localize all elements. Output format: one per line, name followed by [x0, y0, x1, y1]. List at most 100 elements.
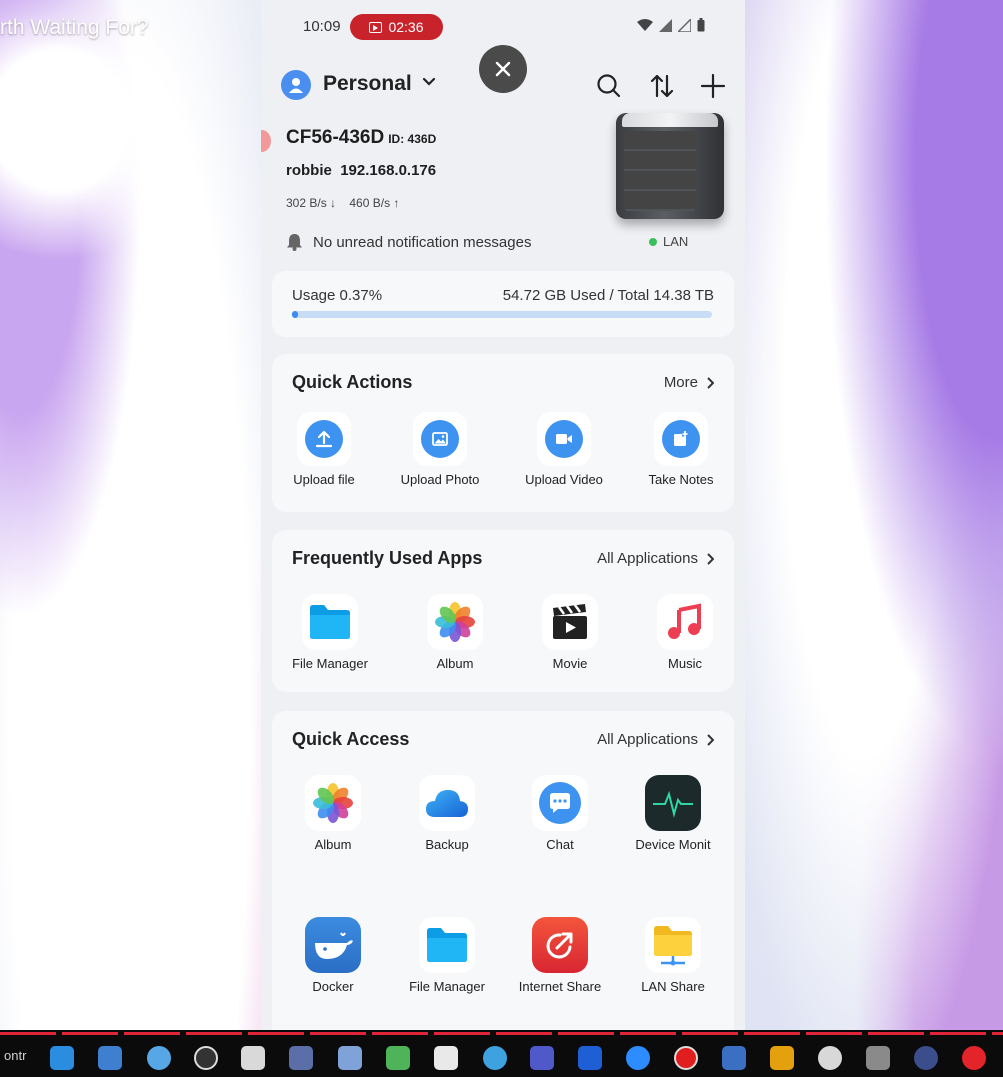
tile-label: LAN Share: [641, 979, 705, 994]
recording-indicator[interactable]: 02:36: [350, 14, 443, 40]
usage-card[interactable]: Usage 0.37% 54.72 GB Used / Total 14.38 …: [272, 271, 734, 337]
app-icon-bg: [532, 775, 588, 831]
taskbar-app-icon[interactable]: [338, 1046, 362, 1070]
tile-label: File Manager: [292, 656, 368, 671]
taskbar-app-icon[interactable]: [289, 1046, 313, 1070]
search-icon[interactable]: [595, 72, 623, 100]
device-name: CF56-436D ID: 436D: [286, 127, 437, 148]
app-icon-bg: [645, 917, 701, 973]
app-music[interactable]: Music: [630, 594, 740, 671]
tile-label: Music: [668, 656, 702, 671]
upload-speed: 460 B/s ↑: [349, 196, 400, 210]
tile-label: Internet Share: [518, 979, 602, 994]
music-note-icon: [668, 603, 701, 639]
nas-device-image: [616, 113, 724, 219]
quick-access-file-manager[interactable]: File Manager: [392, 917, 502, 994]
app-movie[interactable]: Movie: [515, 594, 625, 671]
folder-icon: [427, 928, 467, 962]
background-right: [745, 0, 1003, 1030]
app-file-manager[interactable]: File Manager: [275, 594, 385, 671]
tile-label: Docker: [312, 979, 354, 994]
device-ip: 192.168.0.176: [340, 162, 437, 179]
taskbar-app-icon[interactable]: [818, 1046, 842, 1070]
quick-action-take-notes[interactable]: Take Notes: [626, 412, 736, 487]
quick-action-upload-file[interactable]: Upload file: [269, 412, 379, 487]
status-bar: 10:09 02:36: [261, 0, 745, 50]
app-icon-bg: [542, 594, 598, 650]
quick-access-card: Quick Access All Applications Album Back…: [272, 711, 734, 1030]
tile-label: Take Notes: [648, 472, 714, 487]
avatar[interactable]: [281, 70, 311, 100]
screen-record-icon: [369, 21, 383, 33]
app-icon-bg: [302, 594, 358, 650]
quick-actions-title: Quick Actions: [292, 372, 413, 392]
phone-screen: 10:09 02:36 Personal CF56-436D ID: 436D r…: [261, 0, 745, 1030]
app-icon-bg: [657, 594, 713, 650]
upload-icon: [315, 430, 333, 448]
taskbar-teams-icon[interactable]: [530, 1046, 554, 1070]
app-album[interactable]: Album: [400, 594, 510, 671]
quick-action-upload-photo[interactable]: Upload Photo: [385, 412, 495, 487]
album-flower-icon: [435, 602, 475, 642]
frequently-used-apps-card: Frequently Used Apps All Applications Fi…: [272, 530, 734, 692]
taskbar-app-icon[interactable]: [147, 1046, 171, 1070]
bell-icon: [287, 234, 302, 251]
taskbar-app-icon[interactable]: [386, 1046, 410, 1070]
quick-access-internet-share[interactable]: Internet Share: [505, 917, 615, 994]
tile-label: Album: [436, 656, 474, 671]
taskbar-app-icon[interactable]: [914, 1046, 938, 1070]
app-icon-bg: [427, 594, 483, 650]
tile-label: Upload Video: [525, 472, 603, 487]
taskbar-opera-icon[interactable]: [962, 1046, 986, 1070]
taskbar-obs-icon[interactable]: [194, 1046, 218, 1070]
connection-status: LAN: [649, 234, 688, 249]
notes-icon: [674, 431, 688, 446]
quick-access-all-applications-link[interactable]: All Applications: [597, 731, 714, 748]
taskbar-app-icon[interactable]: [866, 1046, 890, 1070]
battery-icon: [697, 18, 705, 32]
quick-action-icon-bg: [545, 420, 583, 458]
all-applications-link[interactable]: All Applications: [597, 550, 714, 567]
taskbar-app-icon[interactable]: [98, 1046, 122, 1070]
quick-action-upload-video[interactable]: Upload Video: [509, 412, 619, 487]
chevron-down-icon[interactable]: [421, 74, 437, 90]
quick-actions-more-link[interactable]: More: [664, 374, 714, 391]
recording-time: 02:36: [388, 19, 424, 35]
taskbar-record-icon[interactable]: [674, 1046, 698, 1070]
tile-label: Backup: [425, 837, 469, 852]
video-icon: [556, 434, 572, 444]
taskbar-app-icon[interactable]: [50, 1046, 74, 1070]
folder-icon: [310, 605, 350, 639]
taskbar-plex-icon[interactable]: [770, 1046, 794, 1070]
quick-access-chat[interactable]: Chat: [505, 775, 615, 852]
taskbar-left-label: ontr: [4, 1048, 27, 1063]
add-icon[interactable]: [699, 72, 727, 100]
cloud-icon: [426, 790, 468, 817]
lan-folder-icon: [654, 926, 692, 966]
usage-label: Usage 0.37%: [292, 287, 383, 304]
quick-access-album[interactable]: Album: [278, 775, 388, 852]
clapperboard-icon: [553, 604, 587, 639]
status-dot: [649, 237, 657, 246]
quick-access-lan-share[interactable]: LAN Share: [618, 917, 728, 994]
taskbar-zoom-icon[interactable]: [626, 1046, 650, 1070]
taskbar-app-icon[interactable]: [722, 1046, 746, 1070]
taskbar-app-icon[interactable]: [578, 1046, 602, 1070]
notification-row[interactable]: No unread notification messages: [286, 233, 531, 251]
transfer-icon[interactable]: [648, 72, 676, 100]
quick-actions-card: Quick Actions More Upload file Upload Ph…: [272, 354, 734, 512]
usage-progress-fill: [292, 311, 298, 318]
chat-icon: [539, 782, 581, 824]
account-name[interactable]: Personal: [323, 72, 412, 96]
transfer-speeds: 302 B/s ↓ 460 B/s ↑: [286, 196, 399, 210]
quick-access-backup[interactable]: Backup: [392, 775, 502, 852]
taskbar-app-icon[interactable]: [483, 1046, 507, 1070]
quick-access-device-monitor[interactable]: Device Monit: [618, 775, 728, 852]
taskbar-app-icon[interactable]: [434, 1046, 458, 1070]
quick-action-icon-wrap: [537, 412, 591, 466]
chevron-right-icon: [707, 552, 714, 565]
heartbeat-icon: [653, 790, 693, 818]
device-user-ip: robbie 192.168.0.176: [286, 162, 437, 179]
taskbar-app-icon[interactable]: [241, 1046, 265, 1070]
quick-access-docker[interactable]: Docker: [278, 917, 388, 994]
